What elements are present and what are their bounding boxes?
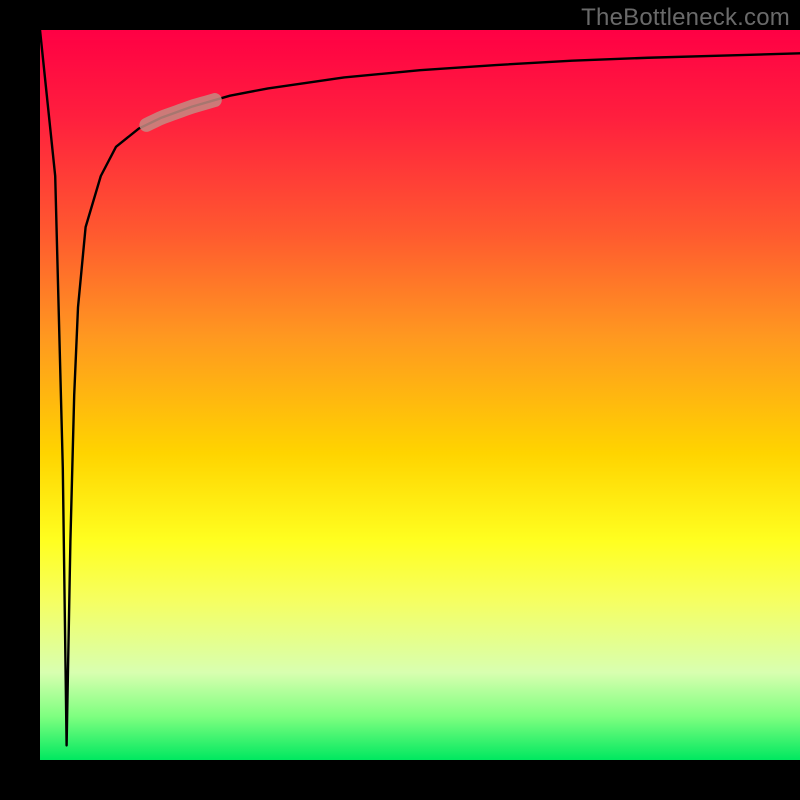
chart-container: TheBottleneck.com xyxy=(0,0,800,800)
plot-area xyxy=(40,30,800,760)
curve-highlight-segment xyxy=(40,30,800,760)
watermark-text: TheBottleneck.com xyxy=(581,4,790,32)
